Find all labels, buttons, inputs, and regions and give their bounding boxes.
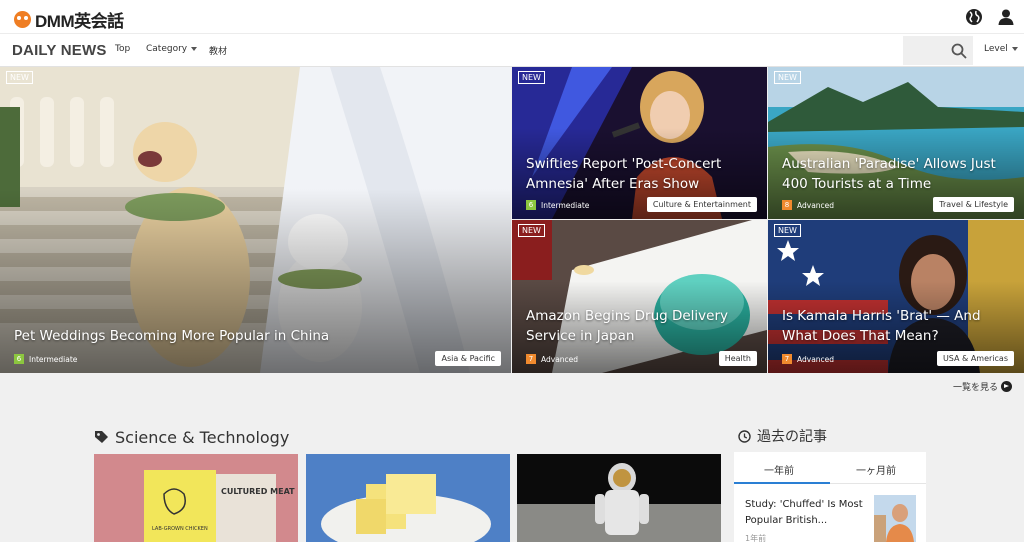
featured-article-pet-weddings[interactable]: NEW Pet Weddings Becoming More Popular i… bbox=[0, 67, 511, 373]
level-number: 8 bbox=[782, 200, 792, 210]
new-badge: NEW bbox=[774, 71, 801, 84]
level-indicator: 6 Intermediate bbox=[526, 200, 589, 210]
new-badge: NEW bbox=[774, 224, 801, 237]
dmm-logo[interactable]: DMM英会話 bbox=[14, 7, 124, 32]
past-article-thumbnail[interactable] bbox=[874, 495, 916, 542]
level-text: Advanced bbox=[797, 354, 835, 364]
level-label: Level bbox=[984, 44, 1008, 54]
featured-article-kamala-harris[interactable]: NEW Is Kamala Harris 'Brat' — And What D… bbox=[768, 220, 1024, 373]
nav-category-dropdown[interactable]: Category bbox=[146, 44, 198, 54]
nav-category-label: Category bbox=[146, 44, 188, 54]
article-title: Pet Weddings Becoming More Popular in Ch… bbox=[14, 328, 330, 344]
level-text: Intermediate bbox=[29, 354, 78, 364]
active-tab-indicator bbox=[734, 482, 830, 484]
see-all-link[interactable]: 一覧を見る bbox=[953, 380, 1013, 393]
section-title: Science & Technology bbox=[115, 428, 290, 447]
card-label-cultured: CULTURED MEAT bbox=[221, 487, 295, 496]
article-card-astronaut[interactable] bbox=[517, 454, 721, 542]
logo-text: DMM英会話 bbox=[35, 12, 124, 31]
cultured-meat-photo: CULTURED MEAT LAB-GROWN CHICKEN bbox=[94, 454, 298, 542]
past-articles-heading: 過去の記事 bbox=[738, 426, 827, 446]
level-indicator: 6 Intermediate bbox=[14, 354, 77, 364]
top-bar: DMM英会話 bbox=[0, 0, 1024, 34]
article-title: Is Kamala Harris 'Brat' — And What Does … bbox=[782, 308, 981, 344]
nav-materials-link[interactable]: 教材 bbox=[209, 44, 227, 57]
level-indicator: 7 Advanced bbox=[782, 354, 834, 364]
daily-news-brand[interactable]: DAILY NEWS bbox=[12, 42, 107, 59]
tab-one-month[interactable]: 一ヶ月前 bbox=[856, 462, 896, 477]
nav-bar: DAILY NEWS Top Category 教材 Level bbox=[0, 34, 1024, 67]
level-dropdown[interactable]: Level bbox=[984, 44, 1018, 54]
card-label-chicken: LAB-GROWN CHICKEN bbox=[152, 526, 208, 532]
globe-icon[interactable] bbox=[964, 7, 984, 27]
section-heading[interactable]: Science & Technology bbox=[94, 428, 289, 447]
article-card-cultured-meat[interactable]: CULTURED MEAT LAB-GROWN CHICKEN bbox=[94, 454, 298, 542]
article-title: Swifties Report 'Post-Concert Amnesia' A… bbox=[526, 156, 722, 192]
new-badge: NEW bbox=[518, 224, 545, 237]
new-badge: NEW bbox=[518, 71, 545, 84]
logo-mascot-icon bbox=[14, 11, 31, 28]
level-number: 6 bbox=[526, 200, 536, 210]
new-badge: NEW bbox=[6, 71, 33, 84]
category-tag[interactable]: Health bbox=[718, 351, 757, 366]
tag-icon bbox=[95, 431, 108, 443]
level-number: 6 bbox=[14, 354, 24, 364]
article-card-butter[interactable] bbox=[306, 454, 510, 542]
featured-article-australian-paradise[interactable]: NEW Australian 'Paradise' Allows Just 40… bbox=[768, 67, 1024, 219]
user-icon[interactable] bbox=[996, 7, 1016, 27]
level-indicator: 7 Advanced bbox=[526, 354, 578, 364]
past-articles-panel: 一年前 一ヶ月前 Study: 'Chuffed' Is Most Popula… bbox=[734, 452, 926, 542]
level-number: 7 bbox=[782, 354, 792, 364]
search-icon bbox=[951, 43, 967, 59]
nav-top-link[interactable]: Top bbox=[115, 44, 130, 54]
category-tag[interactable]: USA & Americas bbox=[936, 351, 1014, 366]
article-title: Australian 'Paradise' Allows Just 400 To… bbox=[782, 156, 996, 192]
see-all-label: 一覧を見る bbox=[953, 383, 999, 393]
past-article-date: 1年前 bbox=[745, 534, 767, 542]
category-tag[interactable]: Culture & Entertainment bbox=[646, 197, 757, 212]
level-text: Advanced bbox=[797, 200, 835, 210]
moon-astronaut-photo bbox=[517, 454, 721, 542]
chevron-down-icon bbox=[1011, 46, 1018, 51]
chevron-down-icon bbox=[191, 46, 198, 51]
tab-one-year[interactable]: 一年前 bbox=[764, 462, 794, 477]
past-articles-title: 過去の記事 bbox=[757, 429, 827, 445]
level-indicator: 8 Advanced bbox=[782, 200, 834, 210]
category-tag[interactable]: Travel & Lifestyle bbox=[933, 197, 1014, 212]
arrow-right-icon bbox=[1001, 381, 1013, 392]
butter-photo bbox=[306, 454, 510, 542]
search-button[interactable] bbox=[903, 36, 973, 65]
level-text: Intermediate bbox=[541, 200, 590, 210]
clock-icon bbox=[738, 429, 751, 443]
category-tag[interactable]: Asia & Pacific bbox=[435, 351, 501, 366]
level-text: Advanced bbox=[541, 354, 579, 364]
featured-article-amazon-pharmacy[interactable]: NEW Amazon Begins Drug Delivery Service … bbox=[512, 220, 767, 373]
past-article-title[interactable]: Study: 'Chuffed' Is Most Popular British… bbox=[745, 497, 870, 529]
level-number: 7 bbox=[526, 354, 536, 364]
article-title: Amazon Begins Drug Delivery Service in J… bbox=[526, 308, 729, 344]
featured-article-swifties[interactable]: NEW Swifties Report 'Post-Concert Amnesi… bbox=[512, 67, 767, 219]
